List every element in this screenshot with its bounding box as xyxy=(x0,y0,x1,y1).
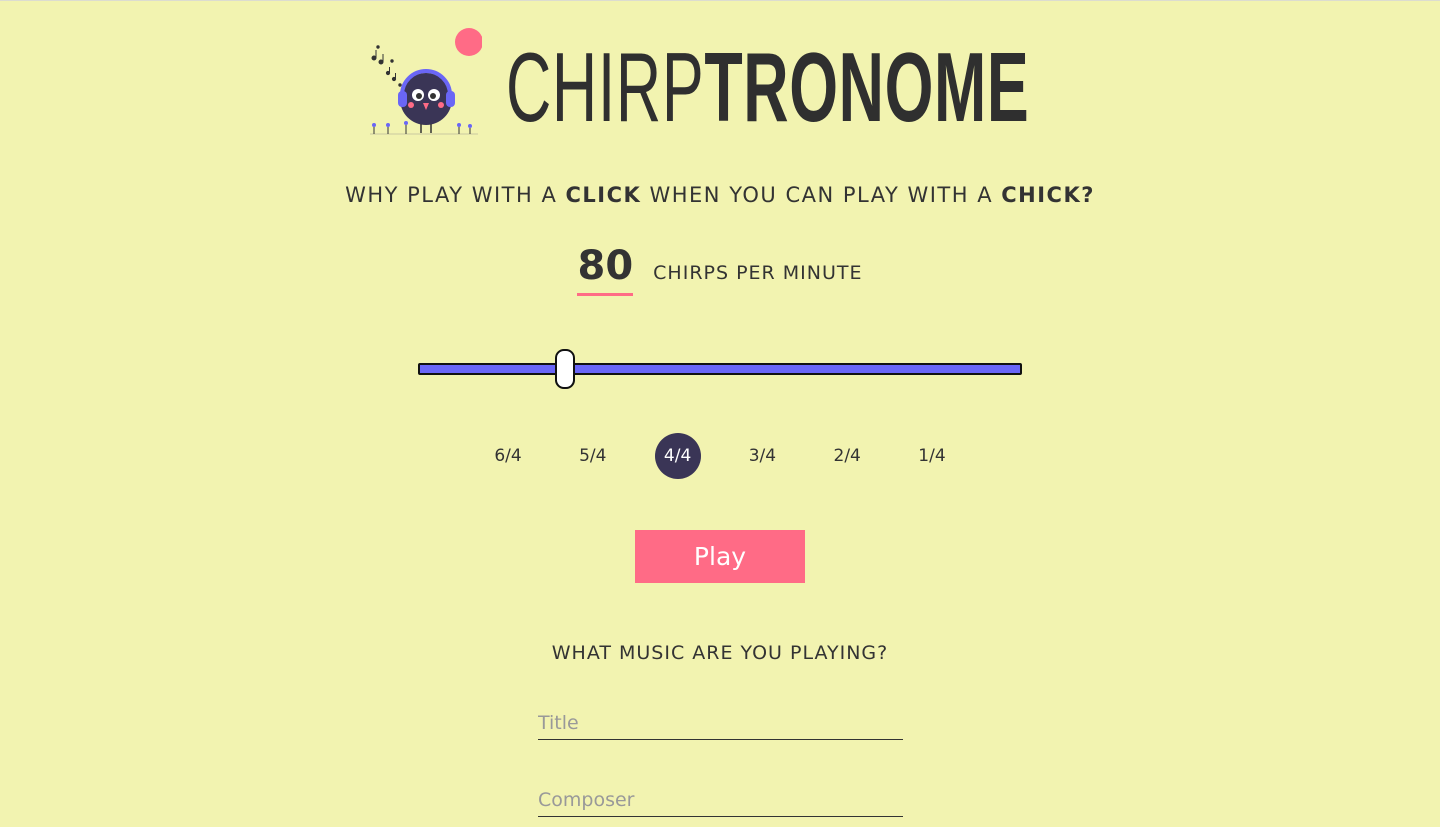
logo[interactable]: CHIRP TRONOME xyxy=(366,25,1086,143)
wordmark-light: CHIRP xyxy=(506,32,705,142)
time-signature-option[interactable]: 1/4 xyxy=(909,433,955,479)
tempo-slider-thumb[interactable] xyxy=(555,349,575,389)
tagline: WHY PLAY WITH A CLICK WHEN YOU CAN PLAY … xyxy=(0,183,1440,207)
time-signature-option[interactable]: 6/4 xyxy=(485,433,531,479)
tempo-slider[interactable] xyxy=(418,349,1022,389)
play-button[interactable]: Play xyxy=(635,530,805,583)
tempo-display: 80 CHIRPS PER MINUTE xyxy=(0,241,1440,296)
tempo-value[interactable]: 80 xyxy=(577,241,634,296)
tempo-slider-track[interactable] xyxy=(418,363,1022,375)
wordmark-bold: TRONOME xyxy=(704,32,1030,142)
headphone-bird-icon xyxy=(370,28,482,135)
time-signature-option[interactable]: 5/4 xyxy=(570,433,616,479)
app-wordmark: CHIRP TRONOME xyxy=(506,37,1029,137)
time-signature-option[interactable]: 4/4 xyxy=(654,433,701,479)
time-signature-option[interactable]: 3/4 xyxy=(739,433,785,479)
time-signature-selector: 6/4 5/4 4/4 3/4 2/4 1/4 xyxy=(485,433,955,479)
tagline-strong-chick: CHICK? xyxy=(1001,183,1095,207)
tagline-part1: WHY PLAY WITH A xyxy=(345,183,566,207)
time-signature-option[interactable]: 2/4 xyxy=(824,433,870,479)
tagline-strong-click: CLICK xyxy=(565,183,642,207)
title-input[interactable] xyxy=(538,706,903,740)
page: CHIRP TRONOME WHY PLAY WITH A CLICK WHEN … xyxy=(0,0,1440,827)
tempo-unit-label: CHIRPS PER MINUTE xyxy=(653,262,863,284)
music-section-heading: WHAT MUSIC ARE YOU PLAYING? xyxy=(551,642,889,664)
tagline-part2: WHEN YOU CAN PLAY WITH A xyxy=(641,183,1002,207)
composer-input[interactable] xyxy=(538,783,903,817)
